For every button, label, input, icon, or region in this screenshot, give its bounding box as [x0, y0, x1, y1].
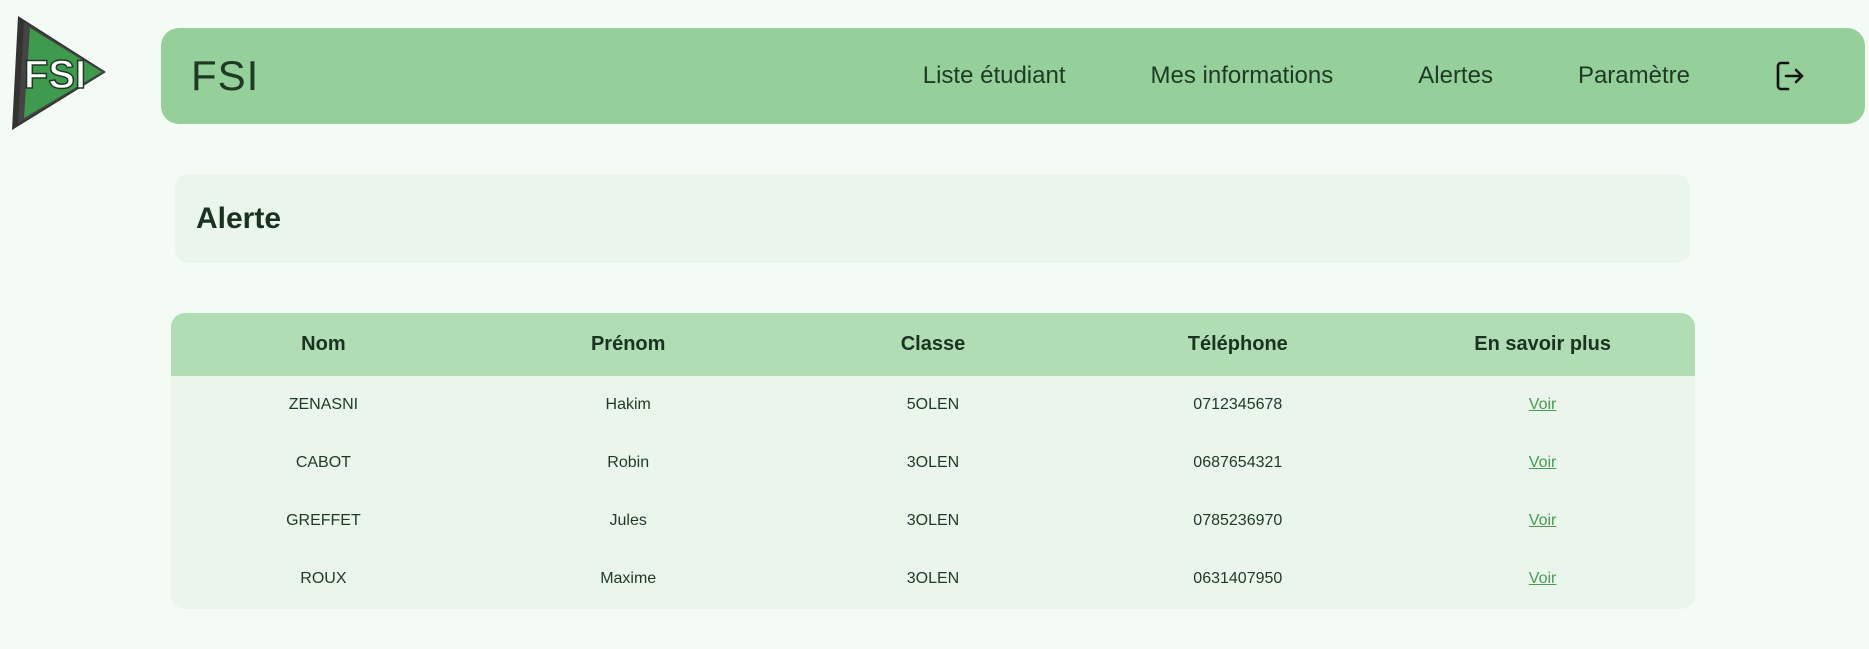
cell-telephone: 0687654321 — [1193, 454, 1283, 471]
cell-nom: ROUX — [300, 570, 347, 587]
table-row: CABOT Robin 3OLEN 0687654321 Voir — [171, 434, 1695, 492]
top-navbar: FSI Liste étudiant Mes informations Aler… — [161, 28, 1865, 124]
table-row: GREFFET Jules 3OLEN 0785236970 Voir — [171, 492, 1695, 550]
logout-button[interactable] — [1775, 60, 1805, 92]
page-title: Alerte — [196, 201, 282, 235]
voir-link[interactable]: Voir — [1529, 396, 1557, 413]
voir-link[interactable]: Voir — [1529, 512, 1557, 529]
brand-name: FSI — [191, 52, 260, 99]
table-row: ZENASNI Hakim 5OLEN 0712345678 Voir — [171, 376, 1695, 434]
header-en-savoir-plus: En savoir plus — [1474, 333, 1611, 355]
cell-prenom: Robin — [607, 454, 650, 471]
cell-classe: 3OLEN — [906, 454, 960, 471]
nav-alertes[interactable]: Alertes — [1418, 62, 1493, 90]
cell-nom: CABOT — [295, 454, 351, 471]
alert-table: Nom Prénom Classe Téléphone En savoir pl… — [171, 313, 1695, 608]
table-row: ROUX Maxime 3OLEN 0631407950 Voir — [171, 550, 1695, 608]
table-header-row: Nom Prénom Classe Téléphone En savoir pl… — [171, 313, 1695, 376]
cell-telephone: 0631407950 — [1193, 570, 1283, 587]
cell-classe: 3OLEN — [906, 570, 960, 587]
header-classe: Classe — [900, 333, 966, 355]
nav-liste-etudiant[interactable]: Liste étudiant — [923, 62, 1066, 90]
logo-text: FSI — [24, 53, 86, 97]
cell-classe: 5OLEN — [906, 396, 960, 413]
cell-nom: GREFFET — [286, 512, 361, 529]
cell-link: Voir — [1390, 550, 1695, 608]
voir-link[interactable]: Voir — [1529, 454, 1557, 471]
header-telephone: Téléphone — [1187, 333, 1288, 355]
nav-mes-informations[interactable]: Mes informations — [1151, 62, 1334, 90]
fsi-logo[interactable]: FSI — [8, 12, 114, 134]
title-card: Alerte — [175, 174, 1690, 263]
voir-link[interactable]: Voir — [1529, 570, 1557, 587]
cell-classe: 3OLEN — [906, 512, 960, 529]
logout-icon — [1776, 61, 1804, 91]
table-header: Nom Prénom Classe Téléphone En savoir pl… — [171, 313, 1695, 376]
header-prenom: Prénom — [590, 333, 666, 355]
cell-telephone: 0785236970 — [1193, 512, 1283, 529]
header-nom: Nom — [301, 333, 346, 355]
cell-nom: ZENASNI — [288, 396, 359, 413]
nav-links: Liste étudiant Mes informations Alertes … — [923, 28, 1805, 124]
cell-link: Voir — [1390, 492, 1695, 550]
alert-table-container: Nom Prénom Classe Téléphone En savoir pl… — [171, 313, 1695, 609]
nav-parametre[interactable]: Paramètre — [1578, 62, 1690, 90]
cell-prenom: Jules — [609, 512, 647, 529]
table-body: ZENASNI Hakim 5OLEN 0712345678 Voir CABO… — [171, 376, 1695, 608]
cell-link: Voir — [1390, 376, 1695, 434]
fsi-logo-icon: FSI — [12, 16, 106, 130]
cell-prenom: Maxime — [600, 570, 657, 587]
cell-link: Voir — [1390, 434, 1695, 492]
cell-telephone: 0712345678 — [1193, 396, 1283, 413]
cell-prenom: Hakim — [605, 396, 651, 413]
